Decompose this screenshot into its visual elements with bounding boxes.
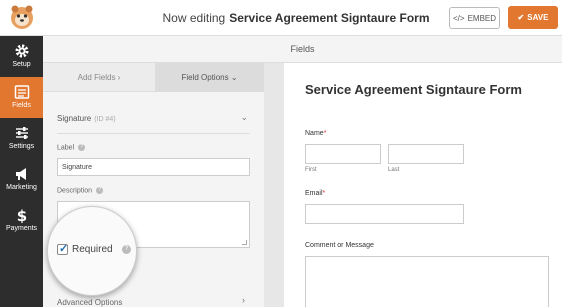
gear-icon xyxy=(15,44,28,58)
field-header[interactable]: Signature (ID #4) xyxy=(57,114,116,123)
sidebar-item-fields[interactable]: Fields xyxy=(0,77,43,118)
tab-field-options[interactable]: Field Options ⌄ xyxy=(155,63,264,92)
sidebar-item-label: Payments xyxy=(5,225,38,232)
email-input[interactable] xyxy=(305,204,464,224)
editing-prefix: Now editing xyxy=(162,11,226,25)
embed-button[interactable]: </> EMBED xyxy=(449,7,500,29)
description-caption-text: Description xyxy=(57,187,93,195)
field-id: (ID #4) xyxy=(94,116,116,123)
sidebar-item-setup[interactable]: Setup xyxy=(0,36,43,77)
checkmark-icon: ✓ xyxy=(59,243,69,255)
sidebar-item-settings[interactable]: Settings xyxy=(0,118,43,159)
first-name-input[interactable] xyxy=(305,144,381,164)
name-label-text: Name xyxy=(305,130,324,137)
embed-label: EMBED xyxy=(467,13,497,23)
dollar-icon: $ xyxy=(16,207,26,223)
svg-text:$: $ xyxy=(16,207,26,223)
megaphone-icon xyxy=(15,168,26,180)
help-icon[interactable]: ? xyxy=(78,144,86,151)
save-label: SAVE xyxy=(527,13,549,22)
email-label: Email* xyxy=(305,190,325,197)
required-marker: * xyxy=(322,190,326,197)
sliders-icon xyxy=(15,127,28,139)
sidebar-item-label: Settings xyxy=(8,143,35,150)
save-button[interactable]: ✔ SAVE xyxy=(508,6,558,29)
form-title: Service Agreement Signtaure Form xyxy=(305,82,522,97)
field-name: Signature xyxy=(57,114,92,123)
label-input[interactable]: Signature xyxy=(57,158,250,176)
help-icon[interactable]: ? xyxy=(96,187,104,194)
check-icon: ✔ xyxy=(517,13,525,22)
fields-list-icon xyxy=(14,85,29,99)
label-caption-text: Label xyxy=(57,144,75,152)
email-label-text: Email xyxy=(305,190,323,197)
code-icon: </> xyxy=(452,13,465,23)
panel-tabs: Add Fields › Field Options ⌄ xyxy=(43,63,264,92)
divider xyxy=(57,133,250,134)
comment-textarea[interactable] xyxy=(305,256,549,307)
chevron-down-icon: ⌄ xyxy=(230,73,238,82)
last-name-input[interactable] xyxy=(388,144,464,164)
first-sublabel: First xyxy=(305,167,317,173)
required-marker: * xyxy=(323,130,327,137)
tab-add-fields-label: Add Fields xyxy=(77,73,116,82)
panel-header: Fields xyxy=(43,36,562,63)
collapse-chevron-icon[interactable]: ⌄ xyxy=(240,112,248,123)
advanced-options-toggle[interactable]: Advanced Options xyxy=(57,298,122,307)
chevron-right-icon: › xyxy=(117,73,121,82)
required-label: Required xyxy=(72,244,113,255)
form-name: Service Agreement Signtaure Form xyxy=(229,11,430,25)
required-checkbox[interactable]: ✓ xyxy=(57,243,69,255)
label-caption: Label? xyxy=(57,144,86,152)
builder-sidebar: Setup Fields Settings Marketing $ Paymen… xyxy=(0,36,43,307)
description-caption: Description? xyxy=(57,187,104,195)
tab-add-fields[interactable]: Add Fields › xyxy=(43,63,155,92)
last-sublabel: Last xyxy=(388,167,400,173)
tab-field-options-label: Field Options xyxy=(181,73,229,82)
sidebar-item-marketing[interactable]: Marketing xyxy=(0,159,43,200)
sidebar-item-label: Marketing xyxy=(6,184,37,191)
sidebar-item-label: Fields xyxy=(12,102,31,109)
sidebar-item-label: Setup xyxy=(12,61,31,68)
chevron-right-icon[interactable]: › xyxy=(242,295,245,305)
top-bar: Now editing Service Agreement Signtaure F… xyxy=(0,0,562,36)
comment-label: Comment or Message xyxy=(305,242,374,249)
name-label: Name* xyxy=(305,130,326,137)
resize-grip-icon[interactable] xyxy=(242,240,247,245)
sidebar-item-payments[interactable]: $ Payments xyxy=(0,200,43,241)
help-icon[interactable]: ? xyxy=(122,245,131,254)
